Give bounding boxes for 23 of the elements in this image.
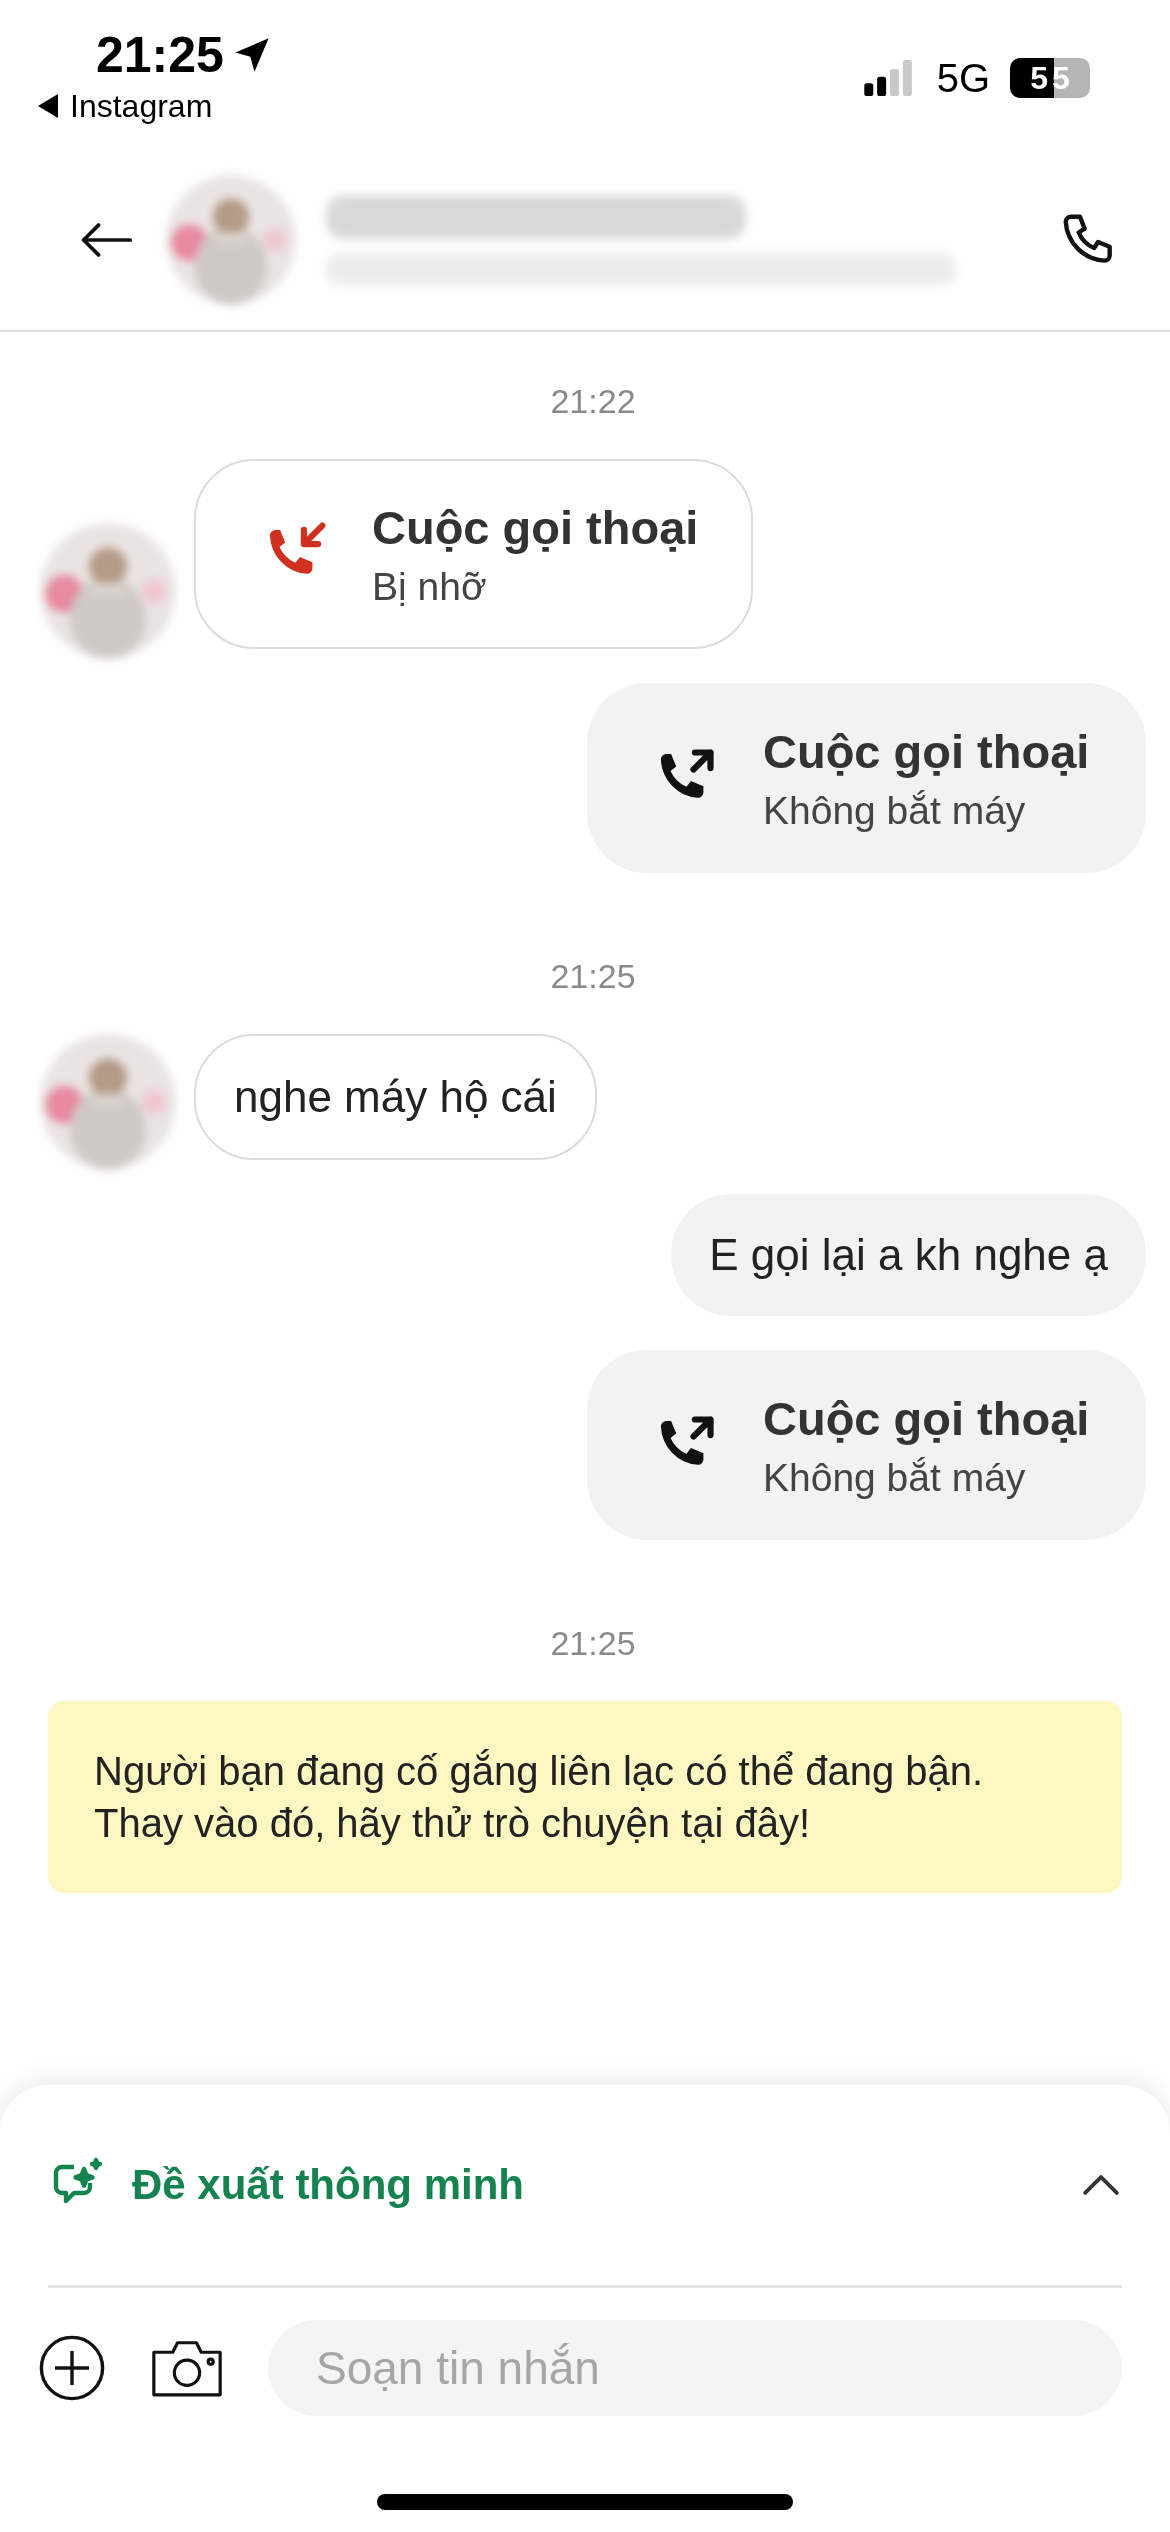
message-bubble: nghe máy hộ cái (194, 1034, 597, 1160)
call-bubble[interactable]: Cuộc gọi thoại Không bắt máy (587, 683, 1146, 873)
back-to-app-link[interactable]: Instagram (38, 87, 272, 125)
call-title: Cuộc gọi thoại (763, 1390, 1090, 1446)
network-label: 5G (936, 55, 990, 101)
call-status: Không bắt máy (763, 788, 1027, 833)
timestamp: 21:22 (549, 382, 637, 421)
message-input-field[interactable]: Soạn tin nhắn (268, 2320, 1122, 2416)
message-bubble: E gọi lại a kh nghe ạ (671, 1194, 1146, 1316)
notice-banner: Người bạn đang cố gắng liên lạc có thể đang bận. Thay vào đó, hãy thử trò chuyện tại đây! (48, 1701, 1122, 1893)
clock-time: 21:25 (96, 25, 224, 84)
timestamp: 21:25 (549, 957, 637, 996)
smart-suggestions-toggle[interactable]: Đề xuất thông minh (0, 2135, 1170, 2235)
call-bubble[interactable]: Cuộc gọi thoại Không bắt máy (587, 1350, 1146, 1540)
call-status: Bị nhỡ (372, 564, 488, 609)
call-title: Cuộc gọi thoại (763, 723, 1090, 779)
call-status: Không bắt máy (763, 1455, 1027, 1500)
call-bubble[interactable]: Cuộc gọi thoại Bị nhỡ (194, 459, 753, 649)
add-icon[interactable] (38, 2334, 106, 2402)
timestamp: 21:25 (549, 1624, 637, 1663)
back-triangle-icon (38, 94, 58, 118)
camera-icon[interactable] (150, 2338, 224, 2398)
call-title: Cuộc gọi thoại (372, 499, 699, 555)
